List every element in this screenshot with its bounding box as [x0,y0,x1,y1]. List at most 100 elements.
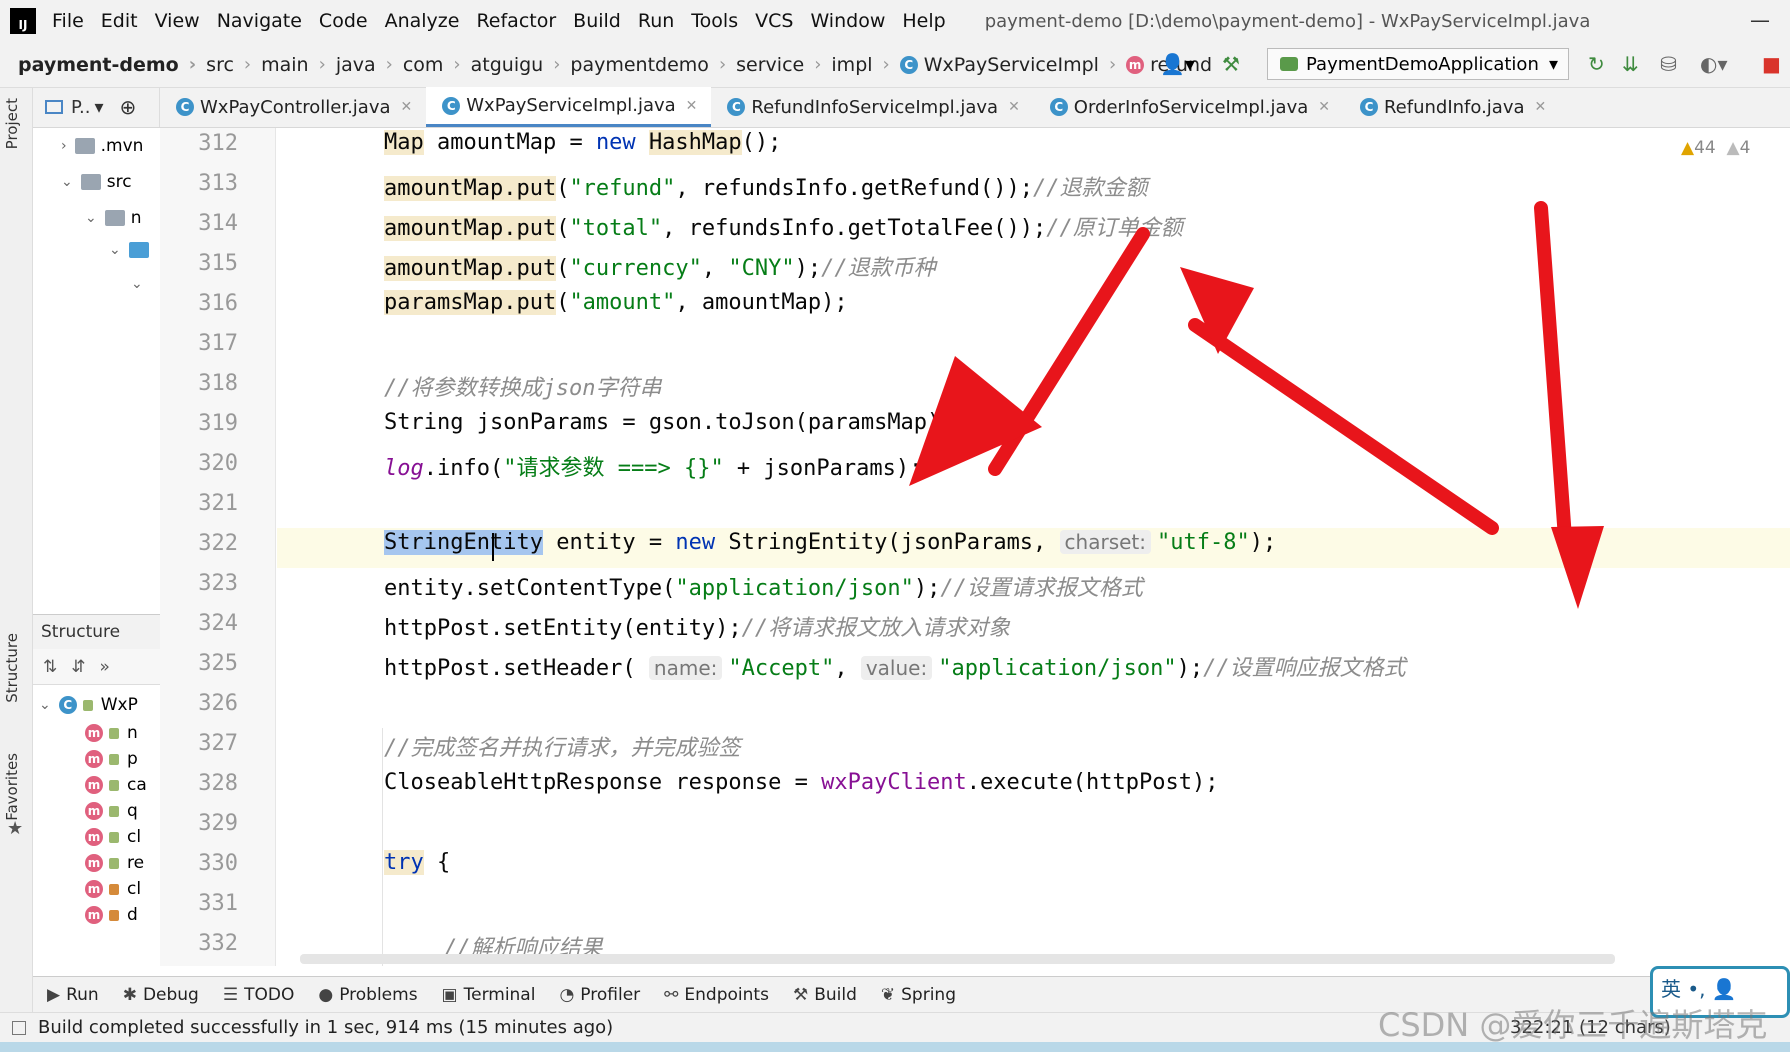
project-view-header[interactable]: P.. ▾ ⊕ [33,87,160,127]
tool-debug[interactable]: ✱ Debug [123,985,199,1005]
menu-code[interactable]: Code [319,10,368,32]
menu-tools[interactable]: Tools [691,10,738,32]
structure-panel: Structure ⇅ ⇵ » ⌄ C WxP mn mp m ca mq m cl m… [33,614,160,1026]
tab-refundinfoserviceimpl[interactable]: C RefundInfoServiceImpl.java ✕ [711,87,1033,127]
lock-icon [109,831,119,843]
structure-item[interactable]: mq [85,801,138,821]
favorites-tool-button[interactable]: Favorites [3,753,21,821]
tree-node-main[interactable]: ⌄ n [85,208,142,228]
breadcrumb-item[interactable]: main › [261,54,336,76]
breadcrumb-item[interactable]: atguigu › [471,54,571,76]
menu-bar: IJ File Edit View Navigate Code Analyze … [0,0,1790,42]
breadcrumb-item[interactable]: java › [336,54,403,76]
lock-icon [109,779,119,791]
tool-profiler[interactable]: ◔ Profiler [559,985,640,1005]
menu-run[interactable]: Run [638,10,674,32]
tree-node-java[interactable]: ⌄ [109,242,155,258]
minimize-button[interactable]: — [1750,8,1770,32]
class-icon: C [176,98,194,116]
structure-item[interactable]: m re [85,853,144,873]
breadcrumb: payment-demo › src › main › java › com › atgu… [0,42,1790,88]
structure-item[interactable]: m cl [85,879,141,899]
project-tool-button[interactable]: Project [3,98,21,149]
menu-file[interactable]: File [52,10,84,32]
close-icon[interactable]: ✕ [686,98,698,114]
sort-visibility-icon[interactable]: ⇵ [71,657,85,677]
lock-icon [109,909,119,921]
structure-item[interactable]: mn [85,723,138,743]
info-icon: ● [318,984,334,1005]
structure-toolbar: ⇅ ⇵ » [33,649,160,685]
debug-icon[interactable]: ⇊ [1622,52,1639,76]
tab-refundinfo[interactable]: C RefundInfo.java ✕ [1344,87,1560,127]
tab-wxpayserviceimpl[interactable]: C WxPayServiceImpl.java ✕ [426,87,712,127]
tool-spring[interactable]: ❦ Spring [881,985,956,1005]
annotation-arrows [909,201,1604,609]
structure-item[interactable]: m ca [85,775,147,795]
class-icon: C [727,98,746,116]
endpoints-icon: ⚯ [664,984,679,1005]
build-hammer-icon[interactable]: ⚒ [1222,52,1240,76]
class-icon: C [58,696,77,714]
tree-node-src[interactable]: ⌄ src [61,172,132,192]
tool-terminal[interactable]: ▣ Terminal [442,985,536,1005]
tab-orderinfoserviceimpl[interactable]: C OrderInfoServiceImpl.java ✕ [1034,87,1344,127]
menu-refactor[interactable]: Refactor [476,10,556,32]
profile-icon[interactable]: ◐▾ [1700,52,1728,76]
breadcrumb-item[interactable]: impl › [831,54,899,76]
rerun-icon[interactable]: ↻ [1588,52,1605,76]
menu-navigate[interactable]: Navigate [217,10,302,32]
close-icon[interactable]: ✕ [1535,99,1547,115]
locate-target-icon[interactable]: ⊕ [120,95,137,119]
breadcrumb-item[interactable]: payment-demo › [18,54,206,76]
list-icon: ☰ [222,984,239,1005]
menu-analyze[interactable]: Analyze [385,10,460,32]
tool-endpoints[interactable]: ⚯ Endpoints [664,985,769,1005]
left-tool-strip: Project Structure Favorites ★ [0,88,33,1026]
line-number: 322 [198,531,238,556]
tree-node-package[interactable]: ⌄ [131,276,151,292]
class-icon: C [1359,98,1378,116]
line-number: 315 [198,251,238,276]
tool-run[interactable]: ▶ Run [47,985,99,1005]
menu-build[interactable]: Build [573,10,621,32]
stop-icon[interactable]: ■ [1762,52,1781,76]
breadcrumb-item[interactable]: service › [736,54,831,76]
close-icon[interactable]: ✕ [1008,99,1020,115]
close-icon[interactable]: ✕ [401,99,413,115]
menu-help[interactable]: Help [902,10,945,32]
tool-todo[interactable]: ☰ TODO [223,985,295,1005]
menu-window[interactable]: Window [810,10,885,32]
breadcrumb-class[interactable]: C WxPayServiceImpl › [899,54,1126,76]
breadcrumb-item[interactable]: paymentdemo › [570,54,736,76]
sort-alpha-icon[interactable]: ⇅ [43,657,57,677]
play-icon: ▶ [47,984,61,1005]
structure-root[interactable]: ⌄ C WxP [39,695,138,715]
more-icon[interactable]: » [100,657,110,677]
close-icon[interactable]: ✕ [1318,99,1330,115]
method-icon: m [85,802,103,820]
chevron-right-icon: › [61,138,67,154]
user-icon[interactable]: 👤▾ [1160,52,1195,76]
menu-edit[interactable]: Edit [101,10,138,32]
breadcrumb-item[interactable]: com › [403,54,471,76]
menu-vcs[interactable]: VCS [755,10,793,32]
code-editor[interactable]: Map amountMap = new HashMap(); amountMap… [277,128,1790,966]
structure-item[interactable]: m cl [85,827,141,847]
menu-view[interactable]: View [155,10,200,32]
line-number: 316 [198,291,238,316]
coverage-icon[interactable]: ⛁ [1660,52,1677,76]
tree-node-mvn[interactable]: › .mvn [61,136,143,156]
tab-wxpaycontroller[interactable]: C WxPayController.java ✕ [160,87,426,127]
user-icon: 👤 [1711,977,1737,1001]
breadcrumb-item[interactable]: src › [206,54,261,76]
tool-build[interactable]: ⚒ Build [793,985,857,1005]
structure-tool-button[interactable]: Structure [3,633,21,703]
structure-item[interactable]: mp [85,749,138,769]
run-configuration-select[interactable]: PaymentDemoApplication ▾ [1267,48,1569,80]
status-toggle-icon[interactable] [12,1020,26,1035]
chevron-down-icon: ⌄ [131,276,143,292]
line-number: 328 [198,771,238,796]
tool-problems[interactable]: ● Problems [318,985,417,1005]
structure-item[interactable]: md [85,905,138,925]
